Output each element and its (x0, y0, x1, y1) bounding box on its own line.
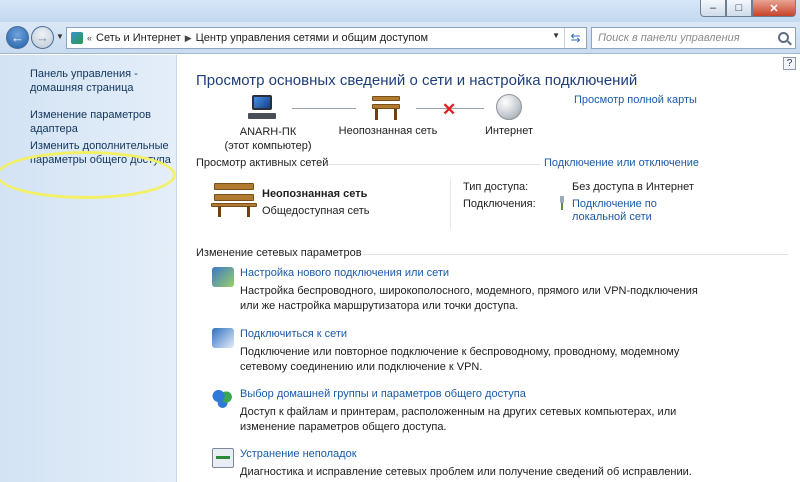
computer-name: ANARH-ПК (239, 126, 297, 138)
search-box (591, 27, 796, 49)
bench-slat (214, 194, 254, 201)
refresh-icon: ⇆ (570, 31, 581, 45)
task-title-troubleshoot[interactable]: Устранение неполадок (240, 448, 357, 460)
sidebar-item-adapter-settings[interactable]: Изменение параметров адаптера (30, 108, 175, 136)
search-icon[interactable] (778, 32, 789, 43)
monitor-screen (252, 95, 272, 110)
close-icon: ✕ (769, 2, 779, 15)
bench-leg (218, 206, 221, 217)
sidebar-item-control-panel-home[interactable]: Панель управления - домашняя страница (30, 67, 175, 95)
bench-leg (375, 109, 378, 120)
map-internet-label: Интернет (485, 125, 533, 137)
network-type-link[interactable]: Общедоступная сеть (262, 205, 370, 217)
navigation-bar: ← → ▼ « Сеть и Интернет ▶ Центр управлен… (0, 22, 800, 54)
help-button[interactable]: ? (783, 57, 796, 70)
computer-icon[interactable] (248, 93, 276, 121)
maximize-icon: □ (735, 2, 743, 14)
breadcrumb-separator-icon[interactable]: « (87, 33, 92, 43)
maximize-button[interactable]: □ (726, 0, 752, 17)
window-title-bar: – □ ✕ (0, 0, 800, 22)
local-connection-link[interactable]: Подключение по локальной сети (572, 198, 682, 224)
network-name: Неопознанная сеть (262, 188, 368, 200)
access-type-label: Тип доступа: (463, 181, 529, 193)
task-desc-homegroup: Доступ к файлам и принтерам, расположенн… (240, 406, 677, 433)
minimize-button[interactable]: – (700, 0, 726, 17)
close-button[interactable]: ✕ (752, 0, 796, 17)
arrow-left-icon: ← (11, 30, 24, 45)
error-x-icon[interactable]: ✕ (442, 100, 456, 120)
network-setup-icon[interactable] (212, 267, 234, 287)
search-input[interactable] (592, 28, 767, 48)
network-cable-icon (559, 196, 565, 210)
chevron-down-icon: ▼ (56, 32, 64, 41)
connect-disconnect-link[interactable]: Подключение или отключение (544, 157, 699, 169)
window-controls: – □ ✕ (700, 0, 796, 17)
task-desc-setup-connection: Настройка беспроводного, широкополосного… (240, 285, 698, 312)
highlight-circle-annotation (0, 151, 176, 199)
task-title-homegroup[interactable]: Выбор домашней группы и параметров общег… (240, 388, 526, 400)
control-panel-icon (71, 32, 83, 44)
section-divider (362, 254, 788, 255)
forward-button[interactable]: → (31, 26, 54, 49)
bench-leg (394, 109, 397, 120)
map-connection-line (292, 108, 356, 109)
task-title-connect-network[interactable]: Подключиться к сети (240, 328, 347, 340)
active-networks-header: Просмотр активных сетей (196, 157, 329, 169)
troubleshoot-icon[interactable] (212, 448, 234, 468)
minimize-icon: – (709, 2, 717, 14)
section-divider (328, 164, 540, 165)
breadcrumb-network-center[interactable]: Центр управления сетями и общим доступом (196, 32, 428, 44)
arrow-right-icon: → (36, 30, 49, 45)
homegroup-icon[interactable] (212, 388, 234, 408)
recent-pages-dropdown[interactable]: ▼ (56, 32, 64, 41)
map-computer-label: ANARH-ПК (этот компьютер) (218, 125, 318, 153)
bench-network-icon[interactable] (211, 181, 257, 217)
bench-icon[interactable] (372, 93, 400, 121)
task-desc-troubleshoot: Диагностика и исправление сетевых пробле… (240, 466, 692, 478)
map-network-label: Неопознанная сеть (338, 125, 438, 137)
globe-icon[interactable] (496, 94, 522, 120)
main-content: ? Просмотр основных сведений о сети и на… (178, 55, 800, 482)
breadcrumb-network-internet[interactable]: Сеть и Интернет (96, 32, 181, 44)
address-dropdown-icon[interactable]: ▼ (552, 31, 560, 40)
bench-slat (214, 183, 254, 190)
back-button[interactable]: ← (6, 26, 29, 49)
access-type-value: Без доступа в Интернет (572, 181, 694, 193)
bench-leg (247, 206, 250, 217)
address-bar[interactable]: « Сеть и Интернет ▶ Центр управления сет… (66, 27, 587, 49)
computer-subtitle: (этот компьютер) (224, 140, 312, 152)
page-title: Просмотр основных сведений о сети и наст… (196, 72, 638, 89)
full-map-link[interactable]: Просмотр полной карты (574, 94, 697, 106)
network-settings-header: Изменение сетевых параметров (196, 247, 362, 259)
connections-label: Подключения: (463, 198, 536, 210)
breadcrumb-arrow-icon[interactable]: ▶ (185, 33, 192, 44)
vertical-divider (450, 179, 451, 229)
task-desc-connect-network: Подключение или повторное подключение к … (240, 346, 680, 373)
refresh-button[interactable]: ⇆ (564, 28, 586, 48)
connect-network-icon[interactable] (212, 328, 234, 348)
task-title-setup-connection[interactable]: Настройка нового подключения или сети (240, 267, 449, 279)
bench-slat (372, 96, 400, 101)
task-pane: Панель управления - домашняя страница Из… (0, 55, 177, 482)
monitor-base (248, 113, 276, 119)
